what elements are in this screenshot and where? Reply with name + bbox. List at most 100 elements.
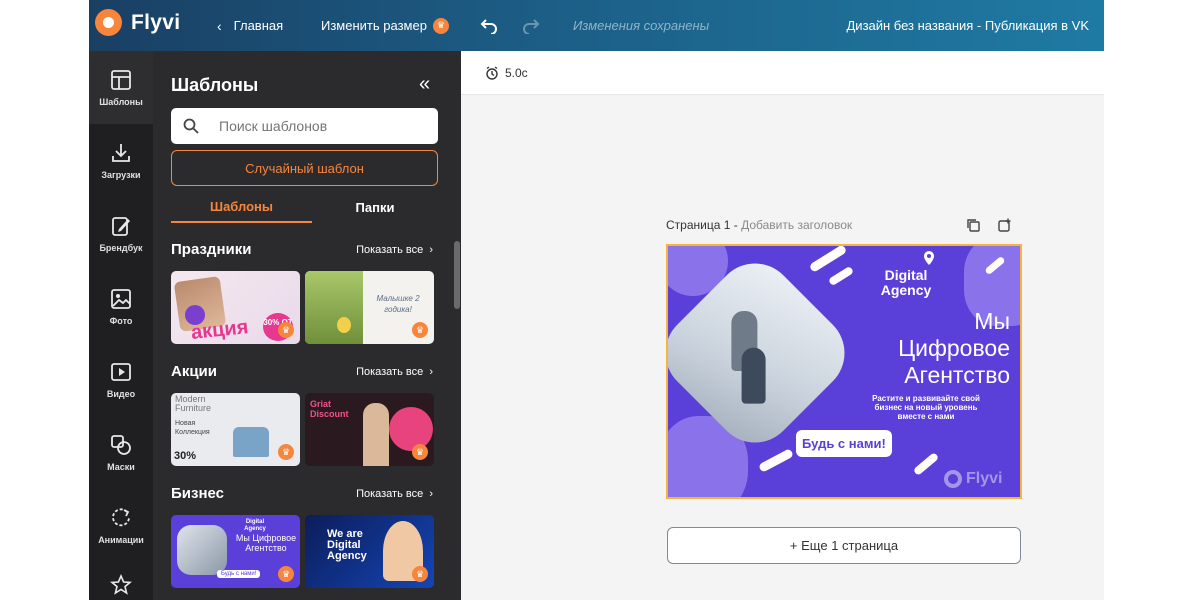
collapse-panel-button[interactable]: « — [419, 73, 430, 96]
crown-icon: ♛ — [278, 444, 294, 460]
alarm-clock-icon — [486, 65, 498, 80]
top-bar: Flyvi ‹ Главная Изменить размер ♛ Измене… — [89, 0, 1104, 51]
home-link[interactable]: ‹ Главная — [217, 0, 283, 51]
template-thumb[interactable]: Griat Discount ♛ — [305, 393, 434, 466]
rail-item-brandbook[interactable]: Брендбук — [89, 197, 153, 270]
search-icon — [183, 118, 199, 134]
panel-title: Шаблоны — [171, 75, 259, 95]
template-thumb[interactable]: акция 30% ОТ ♛ — [171, 271, 300, 344]
template-thumb[interactable]: Малышке 2 годика! ♛ — [305, 271, 434, 344]
document-title[interactable]: Дизайн без названия - Публикация в VK — [847, 0, 1090, 51]
layout-icon — [111, 69, 131, 90]
page-duration[interactable]: 5.0с — [485, 66, 528, 80]
template-search[interactable] — [171, 108, 438, 144]
crown-icon: ♛ — [432, 17, 449, 34]
section-header-business: Бизнес Показать все › — [171, 485, 433, 502]
balloon-icon — [337, 317, 351, 333]
masks-icon — [111, 434, 131, 455]
page-label: Страница 1 - — [666, 218, 738, 232]
thumb-caption: Digital Agency — [244, 519, 266, 532]
rail-label: Видео — [106, 388, 136, 399]
template-thumb[interactable]: We are Digital Agency ♛ — [305, 515, 434, 588]
person-shape — [741, 347, 766, 404]
thumb-caption: We are Digital Agency — [327, 528, 367, 562]
section-title: Бизнес — [171, 485, 225, 502]
show-all-link[interactable]: Показать все › — [356, 244, 433, 256]
save-status: Изменения сохранены — [573, 18, 710, 33]
page-header: Страница 1 - Добавить заголовок — [666, 218, 852, 232]
resize-button[interactable]: Изменить размер ♛ — [321, 0, 449, 51]
tab-folders[interactable]: Папки — [312, 191, 438, 223]
rail-label: Маски — [107, 461, 135, 472]
thumb-subcaption: Новая Коллекция — [175, 420, 210, 436]
design-headline: Мы Цифровое Агентство — [898, 308, 1010, 388]
crown-icon: ♛ — [278, 566, 294, 582]
photo-icon — [111, 288, 131, 309]
rail-item-photo[interactable]: Фото — [89, 270, 153, 343]
stroke-shape — [757, 448, 795, 473]
rail-item-uploads[interactable]: Загрузки — [89, 124, 153, 197]
app-logo[interactable]: Flyvi — [95, 9, 180, 36]
add-page-bottom-button[interactable]: + Еще 1 страница — [667, 527, 1021, 564]
logo-icon — [95, 9, 122, 36]
double-chevron-left-icon: « — [419, 73, 431, 95]
rail-item-templates[interactable]: Шаблоны — [89, 51, 153, 124]
canvas-workarea: 5.0с Страница 1 - Добавить заголовок Dig… — [461, 51, 1104, 600]
thumb-caption: Малышке 2 годика! — [376, 294, 420, 314]
crown-icon: ♛ — [278, 322, 294, 338]
design-canvas[interactable]: Digital Agency Мы Цифровое Агентство Рас… — [666, 244, 1022, 499]
panel-tabs: Шаблоны Папки — [171, 191, 438, 223]
home-label: Главная — [233, 18, 284, 33]
section-header-sales: Акции Показать все › — [171, 363, 433, 380]
duplicate-page-button[interactable] — [966, 218, 981, 238]
add-page-icon — [998, 218, 1011, 232]
crown-icon: ♛ — [412, 444, 428, 460]
tab-templates[interactable]: Шаблоны — [171, 191, 312, 223]
show-all-link[interactable]: Показать все › — [356, 366, 433, 378]
crown-icon: ♛ — [412, 322, 428, 338]
timing-bar: 5.0с — [461, 51, 1104, 95]
thumb-circle — [389, 407, 433, 451]
page-title-input[interactable]: Добавить заголовок — [741, 218, 852, 232]
panel-scrollbar[interactable] — [454, 241, 460, 309]
logo-icon — [944, 470, 962, 488]
templates-panel: Шаблоны « Случайный шаблон Шаблоны Папки… — [153, 51, 461, 600]
section-header-holidays: Праздники Показать все › — [171, 241, 433, 258]
design-cta: Будь с нами! — [796, 430, 892, 457]
editor-app: Flyvi ‹ Главная Изменить размер ♛ Измене… — [89, 0, 1104, 600]
chevron-left-icon: ‹ — [217, 17, 222, 34]
thumb-subcaption: Мы Цифровое Агентство — [235, 533, 297, 553]
section-title: Праздники — [171, 241, 252, 258]
download-icon — [112, 143, 130, 162]
rail-label: Анимации — [98, 534, 144, 545]
search-input[interactable] — [219, 118, 419, 134]
template-thumb[interactable]: Modern Furniture Новая Коллекция 30% ♛ — [171, 393, 300, 466]
section-title: Акции — [171, 363, 218, 380]
thumb-person — [363, 403, 389, 466]
design-brand: Digital Agency — [880, 267, 932, 298]
rail-label: Брендбук — [99, 242, 143, 253]
chair-shape — [233, 427, 269, 457]
add-page-button[interactable] — [997, 218, 1012, 238]
undo-button[interactable] — [475, 11, 503, 39]
brandbook-icon — [112, 216, 130, 236]
random-template-button[interactable]: Случайный шаблон — [171, 150, 438, 186]
thumb-cta: Будь с нами! — [217, 570, 261, 578]
redo-icon — [523, 19, 540, 34]
thumb-photo — [177, 525, 227, 575]
rail-item-favorites[interactable] — [89, 562, 153, 600]
redo-button[interactable] — [517, 11, 545, 39]
tool-rail: Шаблоны Загрузки Брендбук Фото Видео Мас… — [89, 51, 153, 600]
thumb-caption: Griat Discount — [310, 399, 349, 419]
thumb-caption: Modern Furniture — [175, 394, 212, 413]
app-name: Flyvi — [131, 10, 181, 34]
rail-item-video[interactable]: Видео — [89, 343, 153, 416]
duplicate-icon — [967, 219, 980, 232]
stroke-shape — [912, 451, 940, 477]
thumb-caption: акция — [189, 316, 250, 344]
template-thumb[interactable]: Digital Agency Мы Цифровое Агентство Буд… — [171, 515, 300, 588]
rail-item-animations[interactable]: Анимации — [89, 489, 153, 562]
show-all-link[interactable]: Показать все › — [356, 488, 433, 500]
stroke-shape — [827, 265, 855, 287]
rail-item-masks[interactable]: Маски — [89, 416, 153, 489]
